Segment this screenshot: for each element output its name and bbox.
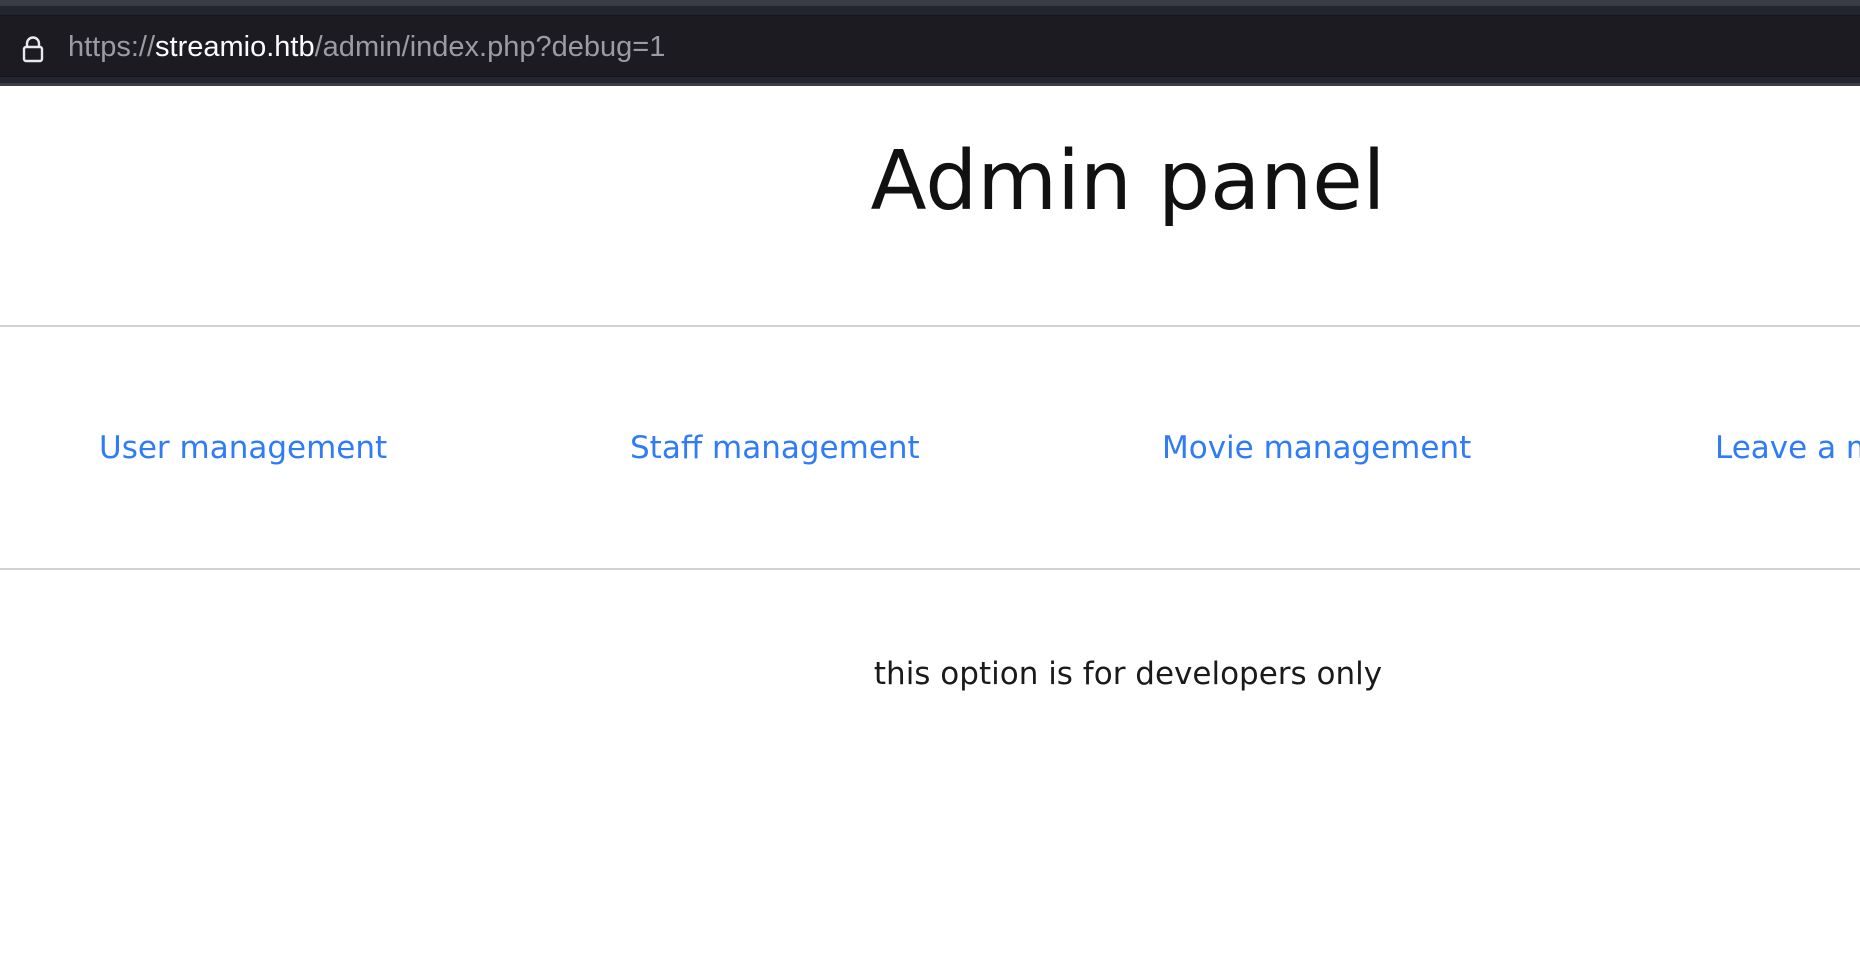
url-scheme: https:// <box>68 31 156 63</box>
url-path: /admin/index.php?debug=1 <box>314 31 666 63</box>
divider-top <box>0 325 1860 327</box>
nav-link-staff-management[interactable]: Staff management <box>630 425 920 471</box>
nav-link-user-management[interactable]: User management <box>99 425 387 471</box>
url-host: streamio.htb <box>155 31 315 63</box>
page-title: Admin panel <box>870 134 1386 229</box>
url-text[interactable]: https://streamio.htb/admin/index.php?deb… <box>68 30 665 64</box>
address-bar[interactable]: https://streamio.htb/admin/index.php?deb… <box>0 15 1860 77</box>
nav-link-leave-a-message[interactable]: Leave a m <box>1715 425 1860 471</box>
lock-icon[interactable] <box>18 34 48 64</box>
divider-bottom <box>0 568 1860 570</box>
nav-link-movie-management[interactable]: Movie management <box>1162 425 1471 471</box>
browser-toolbar: https://streamio.htb/admin/index.php?deb… <box>0 0 1860 86</box>
admin-nav: User management Staff management Movie m… <box>0 425 1860 471</box>
developer-notice: this option is for developers only <box>873 656 1383 692</box>
